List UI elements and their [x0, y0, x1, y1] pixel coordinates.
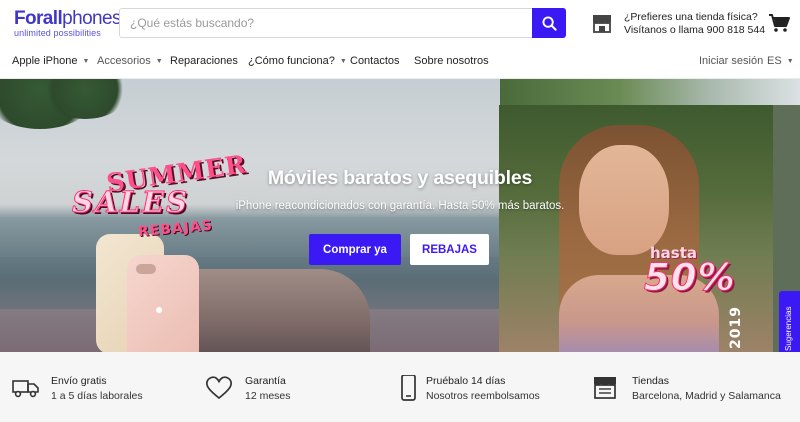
nav-item-label: Contactos	[350, 55, 400, 67]
buy-now-button[interactable]: Comprar ya	[309, 234, 401, 265]
nav-item-sobre-nosotros[interactable]: Sobre nosotros	[414, 55, 489, 67]
nav-item-accesorios[interactable]: Accesorios ▼	[97, 55, 163, 67]
discount-value: 50%	[644, 256, 736, 300]
feature-subtitle: 12 meses	[245, 390, 291, 402]
features-bar: Envío gratis 1 a 5 días laborales Garant…	[0, 352, 800, 422]
discount-year: 2019	[728, 306, 744, 349]
store-info-line2: Visítanos o llama 900 818 544	[624, 24, 766, 36]
chevron-down-icon: ▼	[82, 58, 90, 65]
nav-item-label: Apple iPhone	[12, 55, 78, 67]
nav-item-contactos[interactable]: Contactos	[350, 55, 400, 67]
store-info[interactable]: ¿Prefieres una tienda física? Visítanos …	[624, 11, 765, 37]
search-input[interactable]	[120, 9, 532, 37]
feature-title: Pruébalo 14 días	[426, 375, 506, 387]
promo-line3: REBAJAS	[137, 217, 214, 241]
feedback-tab-label: Sugerencias	[784, 306, 793, 351]
feedback-tab[interactable]: Sugerencias	[779, 291, 800, 352]
nav-item-label: Reparaciones	[170, 55, 238, 67]
search-button[interactable]	[532, 8, 566, 38]
hero-subtitle: iPhone reacondicionados con garantía. Ha…	[235, 200, 565, 212]
phone-icon	[401, 375, 416, 401]
feature-subtitle: Nosotros reembolsamos	[426, 390, 540, 402]
hero-banner: ● SUMMER SALES REBAJAS Móviles baratos y…	[0, 79, 800, 352]
login-link[interactable]: Iniciar sesión	[699, 55, 763, 67]
cart-icon[interactable]	[768, 13, 790, 33]
store-icon	[594, 377, 616, 399]
store-info-line1: ¿Prefieres una tienda física?	[624, 11, 758, 23]
hero-title: Móviles baratos y asequibles	[267, 167, 533, 189]
apple-logo-icon: ●	[155, 301, 164, 317]
feature-subtitle: 1 a 5 días laborales	[51, 390, 143, 402]
truck-icon	[12, 380, 39, 398]
logo-brand-bold: Forall	[14, 8, 63, 29]
logo-brand-thin: phones	[62, 8, 121, 29]
nav-item-label: Sobre nosotros	[414, 55, 489, 67]
heart-icon	[205, 376, 233, 400]
feature-title: Envío gratis	[51, 375, 107, 387]
chevron-down-icon: ▼	[155, 58, 163, 65]
feature-title: Garantía	[245, 375, 286, 387]
chevron-down-icon: ▼	[339, 58, 347, 65]
search-bar	[119, 8, 566, 38]
iphone-rose-image: ●	[127, 255, 199, 352]
nav-item-como-funciona[interactable]: ¿Cómo funciona? ▼	[248, 55, 347, 67]
feature-subtitle: Barcelona, Madrid y Salamanca	[632, 390, 781, 402]
nav-item-label: Accesorios	[97, 55, 151, 67]
search-icon	[541, 15, 557, 31]
sales-button[interactable]: REBAJAS	[410, 234, 489, 265]
chevron-down-icon: ▼	[786, 58, 794, 65]
language-label: ES	[767, 55, 782, 67]
nav-item-reparaciones[interactable]: Reparaciones	[170, 55, 238, 67]
discount-year-wrap: 2019	[728, 293, 748, 352]
main-nav: Apple iPhone ▼ Accesorios ▼ Reparaciones ¿…	[0, 46, 800, 79]
nav-item-apple-iphone[interactable]: Apple iPhone ▼	[12, 55, 89, 67]
store-icon[interactable]	[591, 12, 613, 34]
language-selector[interactable]: ES ▼	[767, 55, 794, 67]
hero-background-rocks	[170, 269, 370, 352]
feature-title: Tiendas	[632, 375, 669, 387]
logo-tagline: unlimited possibilities	[14, 28, 101, 38]
site-logo[interactable]: Forallphones unlimited possibilities	[14, 9, 121, 38]
nav-item-label: ¿Cómo funciona?	[248, 55, 335, 67]
site-header: Forallphones unlimited possibilities ¿Pr…	[0, 0, 800, 46]
